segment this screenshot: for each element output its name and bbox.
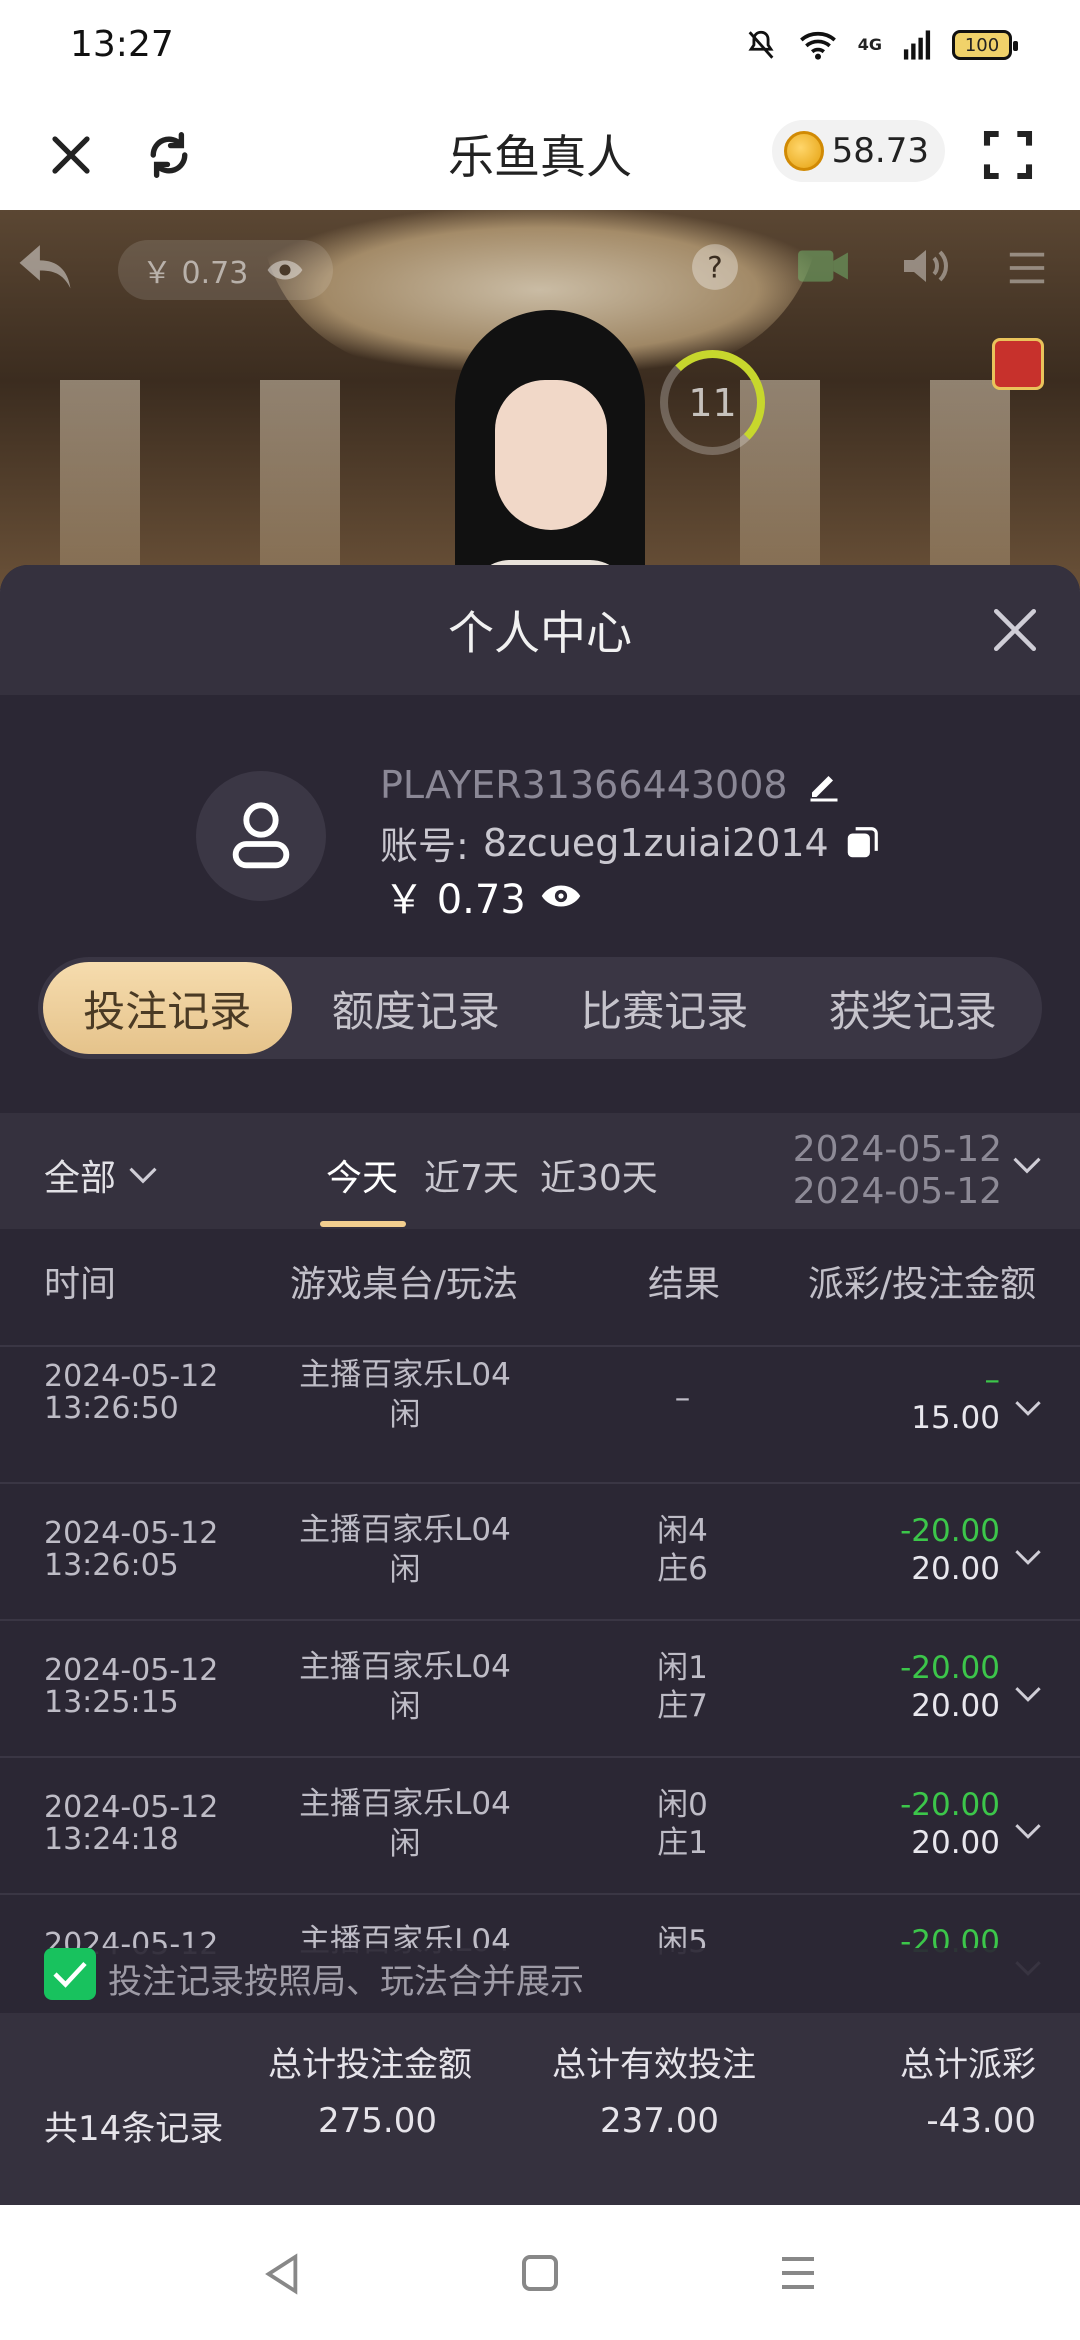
close-icon[interactable]	[990, 605, 1040, 655]
account-id: 账号: 8zcueg1zuiai2014	[380, 815, 881, 870]
back-icon[interactable]	[14, 240, 76, 296]
status-bar: 13:27 4G 100	[0, 0, 1080, 95]
eye-icon	[267, 260, 303, 280]
countdown-timer: 11	[660, 350, 765, 455]
table-row[interactable]: 2024-05-12 13:26:05 主播百家乐L04 闲 闲4 庄6 -20.00…	[0, 1482, 1080, 1619]
network-type: 4G	[857, 35, 882, 54]
coin-icon	[783, 131, 824, 171]
table-row[interactable]: 2024-05-12 13:26:50 主播百家乐L04 闲 – –15.00	[0, 1345, 1080, 1482]
chevron-down-icon	[129, 1167, 157, 1184]
video-balance-pill[interactable]: ￥ 0.73	[118, 240, 333, 300]
edit-icon[interactable]	[806, 767, 842, 803]
chevron-down-icon[interactable]	[1014, 1822, 1042, 1840]
sound-icon[interactable]	[900, 244, 952, 288]
table-header: 时间 游戏桌台/玩法 结果 派彩/投注金额	[0, 1255, 1080, 1345]
mute-bell-icon	[748, 30, 774, 59]
panel-title: 个人中心	[448, 606, 632, 660]
nav-back-icon[interactable]	[262, 2253, 302, 2295]
app-header: 乐鱼真人 58.73	[0, 95, 1080, 210]
valid-bet-value: 237.00	[600, 2101, 719, 2141]
header-balance: 58.73	[831, 131, 929, 171]
merge-label: 投注记录按照局、玩法合并展示	[108, 1962, 584, 2002]
record-count: 共14条记录	[44, 2109, 224, 2149]
status-time: 13:27	[70, 24, 174, 65]
wifi-icon	[799, 31, 836, 60]
range-30days[interactable]: 近30天	[540, 1149, 658, 1201]
fullscreen-icon	[983, 130, 1033, 180]
merge-checkbox[interactable]	[44, 1948, 96, 2000]
date-range-picker[interactable]: 2024-05-12 2024-05-12	[793, 1129, 1002, 1213]
fullscreen-button[interactable]	[973, 120, 1043, 190]
total-payout-label: 总计派彩	[900, 2045, 1036, 2085]
game-filter-dropdown[interactable]: 全部	[44, 1149, 158, 1201]
record-tabs: 投注记录 额度记录 比赛记录 获奖记录	[38, 957, 1042, 1059]
total-payout-value: -43.00	[926, 2101, 1036, 2141]
col-time: 时间	[44, 1264, 117, 1305]
tab-match-records[interactable]: 比赛记录	[540, 962, 789, 1054]
help-icon[interactable]: ?	[690, 242, 740, 292]
signal-icon	[903, 30, 931, 60]
nav-menu-icon[interactable]	[778, 2253, 818, 2293]
filter-bar: 全部 今天 近7天 近30天 2024-05-12 2024-05-12	[0, 1113, 1080, 1229]
chevron-down-icon[interactable]	[1014, 1548, 1042, 1566]
user-balance: ￥ 0.73	[384, 867, 582, 925]
panel-header: 个人中心	[0, 565, 1080, 695]
live-video[interactable]: ￥ 0.73 ? 11	[0, 210, 1080, 590]
eye-icon[interactable]	[540, 881, 582, 911]
copy-icon[interactable]	[843, 824, 881, 862]
total-bet-label: 总计投注金额	[268, 2045, 472, 2085]
avatar[interactable]	[196, 771, 326, 901]
range-today[interactable]: 今天	[326, 1149, 398, 1201]
total-bet-value: 275.00	[318, 2101, 437, 2141]
check-icon	[53, 1961, 87, 1988]
active-range-underline	[320, 1221, 406, 1227]
status-icons: 4G 100	[744, 28, 1018, 62]
table-row[interactable]: 2024-05-12 13:25:15 主播百家乐L04 闲 闲1 庄7 -20.00…	[0, 1619, 1080, 1756]
col-payout: 派彩/投注金额	[807, 1264, 1036, 1305]
video-quality-icon[interactable]	[796, 242, 850, 288]
dealer-image	[455, 310, 645, 590]
merge-option: 投注记录按照局、玩法合并展示	[0, 1948, 1080, 2018]
tab-credit-records[interactable]: 额度记录	[292, 962, 541, 1054]
col-result: 结果	[648, 1264, 721, 1305]
battery-indicator: 100	[952, 30, 1018, 60]
col-game: 游戏桌台/玩法	[290, 1264, 519, 1305]
system-nav-bar	[0, 2205, 1080, 2340]
nav-home-icon[interactable]	[520, 2253, 560, 2293]
bet-records-list: 2024-05-12 13:26:50 主播百家乐L04 闲 – –15.00 20…	[0, 1345, 1080, 2045]
balance-pill[interactable]: 58.73	[771, 120, 945, 182]
user-icon	[232, 802, 290, 869]
chevron-down-icon[interactable]	[1014, 1685, 1042, 1703]
svg-text:?: ?	[707, 250, 722, 284]
valid-bet-label: 总计有效投注	[552, 2045, 756, 2085]
chevron-down-icon[interactable]	[1012, 1155, 1042, 1175]
tab-bet-records[interactable]: 投注记录	[43, 962, 292, 1054]
chevron-down-icon[interactable]	[1014, 1399, 1042, 1417]
tab-prize-records[interactable]: 获奖记录	[789, 962, 1038, 1054]
range-7days[interactable]: 近7天	[424, 1149, 519, 1201]
gift-icon[interactable]	[992, 338, 1044, 390]
menu-icon[interactable]	[1006, 248, 1048, 288]
table-row[interactable]: 2024-05-12 13:24:18 主播百家乐L04 闲 闲0 庄1 -20.00…	[0, 1756, 1080, 1893]
summary-footer: 总计投注金额 总计有效投注 总计派彩 共14条记录 275.00 237.00 …	[0, 2013, 1080, 2205]
video-balance: ￥ 0.73	[142, 256, 249, 291]
username: PLAYER31366443008	[380, 763, 842, 807]
personal-center-panel: 个人中心 PLAYER31366443008 账号: 8zcueg1zuiai20…	[0, 565, 1080, 2205]
